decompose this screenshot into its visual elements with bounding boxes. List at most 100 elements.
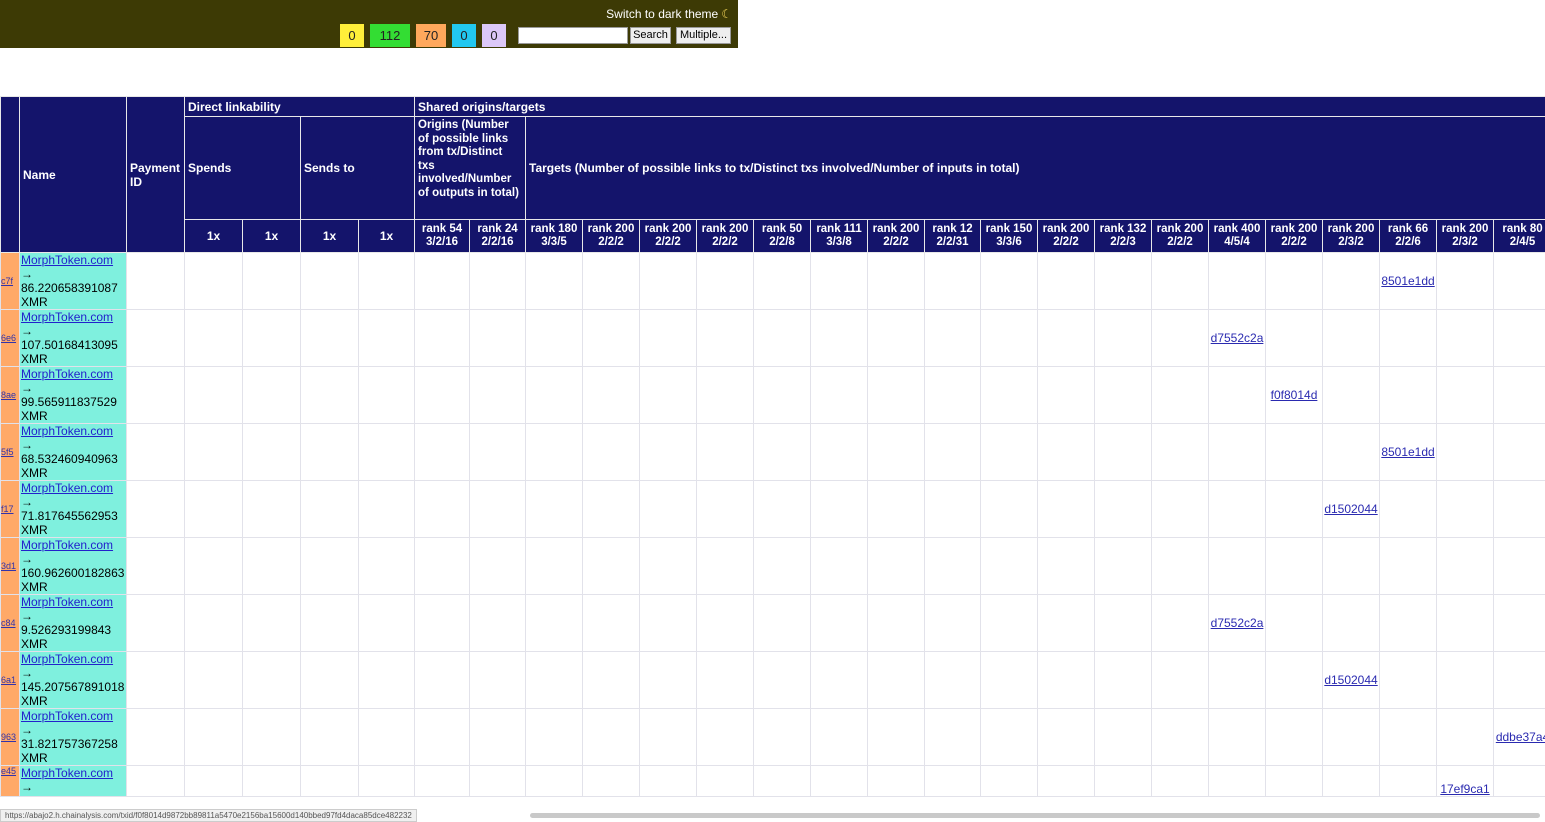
data-cell — [1209, 538, 1266, 595]
service-link[interactable]: MorphToken.com — [21, 310, 113, 324]
data-cell — [526, 766, 583, 797]
target-tx-link[interactable]: ddbe37a4 — [1496, 730, 1545, 744]
tx-id-link[interactable]: 6e6 — [1, 333, 16, 343]
rank-column-header[interactable]: rank 2002/2/2 — [697, 220, 754, 253]
service-link[interactable]: MorphToken.com — [21, 367, 113, 381]
arrow-glyph: → — [21, 267, 126, 281]
service-link[interactable]: MorphToken.com — [21, 253, 113, 267]
data-cell — [301, 367, 359, 424]
name-cell: MorphToken.com→71.817645562953XMR — [20, 481, 127, 538]
rank-column-header[interactable]: rank 2002/2/2 — [1266, 220, 1323, 253]
target-tx-link[interactable]: f0f8014d — [1271, 388, 1318, 402]
service-link[interactable]: MorphToken.com — [21, 538, 113, 552]
arrow-glyph: → — [21, 381, 126, 395]
data-cell — [301, 310, 359, 367]
payment-id-cell — [127, 253, 185, 310]
data-cell — [1437, 424, 1494, 481]
arrow-glyph: → — [21, 780, 126, 794]
tx-id-cell: 963 — [1, 709, 20, 766]
service-link[interactable]: MorphToken.com — [21, 424, 113, 438]
rank-column-header[interactable]: rank 242/2/16 — [470, 220, 526, 253]
counter-badge[interactable]: 0 — [340, 24, 364, 47]
data-cell — [697, 253, 754, 310]
target-tx-link[interactable]: d7552c2a — [1211, 331, 1264, 345]
table-row: 6e6MorphToken.com→107.50168413095XMRd755… — [1, 310, 1545, 367]
data-cell — [243, 709, 301, 766]
data-cell — [415, 367, 470, 424]
tx-id-link[interactable]: 8ae — [1, 390, 16, 400]
data-cell — [640, 538, 697, 595]
tx-id-link[interactable]: 6a1 — [1, 675, 16, 685]
rank-column-header[interactable]: rank 2002/2/2 — [583, 220, 640, 253]
rank-column-header[interactable]: rank 2002/2/2 — [1152, 220, 1209, 253]
multiple-button[interactable]: Multiple... — [676, 27, 731, 44]
data-cell — [1095, 310, 1152, 367]
rank-column-header[interactable]: rank 543/2/16 — [415, 220, 470, 253]
rank-label: rank 12 — [926, 223, 979, 236]
service-link[interactable]: MorphToken.com — [21, 652, 113, 666]
rank-column-header[interactable]: rank 2002/2/2 — [640, 220, 697, 253]
rank-column-header[interactable]: rank 2002/2/2 — [1038, 220, 1095, 253]
data-cell — [1209, 766, 1266, 797]
counter-badge[interactable]: 0 — [452, 24, 476, 47]
tx-id-link[interactable]: c84 — [1, 618, 16, 628]
theme-toggle[interactable]: Switch to dark theme☾ — [606, 7, 732, 21]
data-cell — [981, 310, 1038, 367]
tx-id-link[interactable]: 3d1 — [1, 561, 16, 571]
search-input[interactable] — [518, 27, 628, 44]
target-tx-link[interactable]: 17ef9ca1 — [1440, 782, 1489, 796]
target-tx-link[interactable]: d1502044 — [1324, 673, 1377, 687]
data-cell — [1095, 652, 1152, 709]
rank-column-header[interactable]: rank 2002/3/2 — [1437, 220, 1494, 253]
rank-column-header[interactable]: rank 4004/5/4 — [1209, 220, 1266, 253]
top-bar: Switch to dark theme☾ 01127000 Search Mu… — [0, 0, 738, 48]
rank-column-header[interactable]: rank 2002/2/2 — [868, 220, 925, 253]
search-button[interactable]: Search — [630, 27, 671, 44]
data-cell — [811, 652, 868, 709]
table-row: 5f5MorphToken.com→68.532460940963XMR8501… — [1, 424, 1545, 481]
data-cell — [415, 652, 470, 709]
rank-counts: 2/2/16 — [471, 236, 524, 249]
data-cell — [185, 367, 243, 424]
data-cell — [1266, 595, 1323, 652]
tx-id-link[interactable]: f17 — [1, 504, 14, 514]
data-cell — [811, 709, 868, 766]
payment-id-cell — [127, 310, 185, 367]
service-link[interactable]: MorphToken.com — [21, 766, 113, 780]
rank-column-header[interactable]: rank 662/2/6 — [1380, 220, 1437, 253]
data-cell — [1209, 367, 1266, 424]
linkability-table-container[interactable]: Name Payment ID Direct linkability Share… — [0, 96, 1545, 809]
rank-counts: 2/2/2 — [1267, 236, 1321, 249]
horizontal-scrollbar[interactable] — [530, 813, 1540, 818]
rank-column-header[interactable]: rank 122/2/31 — [925, 220, 981, 253]
rank-column-header[interactable]: rank 1803/3/5 — [526, 220, 583, 253]
service-link[interactable]: MorphToken.com — [21, 595, 113, 609]
tx-id-link[interactable]: 5f5 — [1, 447, 14, 457]
target-tx-link[interactable]: 8501e1dd — [1381, 274, 1434, 288]
rank-label: rank 50 — [755, 223, 809, 236]
data-cell — [640, 652, 697, 709]
data-cell — [243, 310, 301, 367]
rank-column-header[interactable]: rank 502/2/8 — [754, 220, 811, 253]
data-cell — [470, 766, 526, 797]
data-cell — [754, 424, 811, 481]
data-cell — [868, 766, 925, 797]
tx-id-link[interactable]: c7f — [1, 276, 13, 286]
service-link[interactable]: MorphToken.com — [21, 481, 113, 495]
tx-id-link[interactable]: 963 — [1, 732, 16, 742]
rank-column-header[interactable]: rank 802/4/5 — [1494, 220, 1545, 253]
rank-column-header[interactable]: rank 1503/3/6 — [981, 220, 1038, 253]
rank-column-header[interactable]: rank 1322/2/3 — [1095, 220, 1152, 253]
service-link[interactable]: MorphToken.com — [21, 709, 113, 723]
target-tx-link[interactable]: 8501e1dd — [1381, 445, 1434, 459]
rank-column-header[interactable]: rank 1113/3/8 — [811, 220, 868, 253]
counter-badge[interactable]: 112 — [370, 24, 410, 47]
counter-badge[interactable]: 0 — [482, 24, 506, 47]
counter-badge[interactable]: 70 — [416, 24, 446, 47]
tx-id-link[interactable]: e45 — [1, 766, 16, 776]
data-cell — [301, 538, 359, 595]
target-tx-link[interactable]: d7552c2a — [1211, 616, 1264, 630]
rank-column-header[interactable]: rank 2002/3/2 — [1323, 220, 1380, 253]
target-tx-link[interactable]: d1502044 — [1324, 502, 1377, 516]
data-cell — [415, 253, 470, 310]
